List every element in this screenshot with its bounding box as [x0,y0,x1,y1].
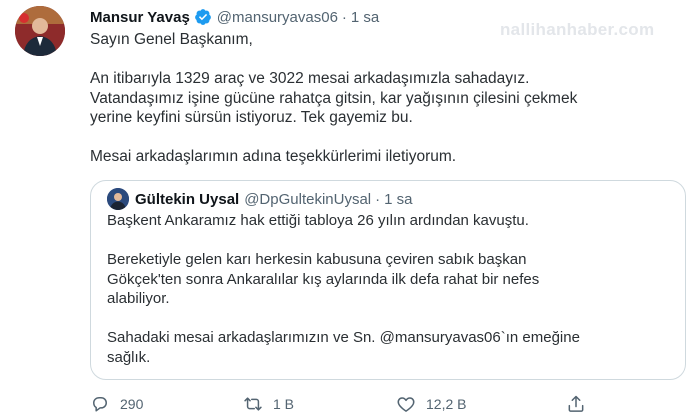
quoted-tweet-header: Gültekin Uysal @DpGultekinUysal · 1 sa [107,188,413,210]
quoted-line: alabiliyor. [107,290,170,307]
reply-count: 290 [120,396,144,412]
author-avatar[interactable] [15,6,65,56]
quoted-line: Bereketiyle gelen karı herkesin kabusuna… [107,251,527,268]
share-button[interactable] [566,392,596,416]
author-handle[interactable]: @mansuryavas06 [217,9,338,26]
quoted-tweet[interactable]: Gültekin Uysal @DpGultekinUysal · 1 sa B… [90,180,686,380]
quoted-tweet-text: Başkent Ankaramız hak ettiği tabloya 26 … [107,211,677,367]
tweet-line: Sayın Genel Başkanım, [90,31,253,48]
quoted-header-separator: · [375,190,381,208]
quoted-line: Gökçek'ten sonra Ankaralılar kış ayların… [107,270,540,288]
retweet-button[interactable]: 1 B [243,392,294,416]
reply-icon [93,397,107,412]
quoted-author-avatar [107,188,129,210]
tweet: Mansur Yavaş @mansuryavas06 · 1 sa nalli… [0,0,700,420]
quoted-line: Sahadaki mesai arkadaşlarımızın ve Sn. @… [107,329,580,346]
tweet-line: Vatandaşımız işine gücüne rahatça gitsin… [90,89,578,107]
reply-button[interactable]: 290 [90,392,143,416]
heart-icon [397,397,415,412]
share-icon [568,395,584,412]
quoted-line: Başkent Ankaramız hak ettiği tabloya 26 … [107,212,529,229]
tweet-line: Mesai arkadaşlarımın adına teşekkürlerim… [90,148,457,165]
verified-badge-icon [194,8,212,26]
tweet-line: An itibarıyla 1329 araç ve 3022 mesai ar… [90,70,530,87]
quoted-author-name: Gültekin Uysal [135,190,240,208]
retweet-count: 1 B [273,396,295,412]
quoted-author-handle: @DpGultekinUysal [244,190,372,208]
like-count: 12,2 B [426,396,467,412]
quoted-tweet-timestamp: 1 sa [384,190,413,208]
quoted-line: sağlık. [107,348,151,366]
tweet-line: yerine keyfini sürsün istiyoruz. Tek gay… [90,109,413,126]
tweet-timestamp[interactable]: 1 sa [351,9,379,26]
tweet-actions: 290 1 B 12,2 B [90,392,690,416]
tweet-text: Sayın Genel Başkanım, An itibarıyla 1329… [90,30,690,167]
like-button[interactable]: 12,2 B [396,392,466,416]
header-separator: · [341,8,347,26]
author-name[interactable]: Mansur Yavaş [90,9,190,26]
tweet-header: Mansur Yavaş @mansuryavas06 · 1 sa [90,6,379,28]
retweet-icon [244,397,262,411]
